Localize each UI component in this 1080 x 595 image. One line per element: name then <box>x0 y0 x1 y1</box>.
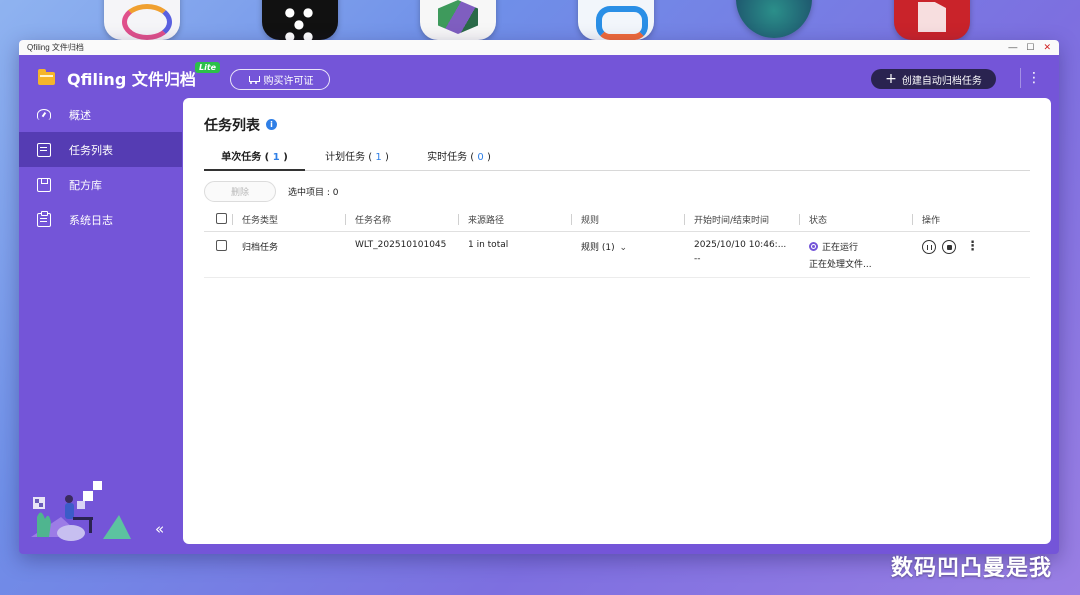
column-header-time[interactable]: 开始时间/结束时间 <box>684 213 799 226</box>
task-actions: ⋮ <box>912 240 1030 254</box>
sidebar-item-overview[interactable]: 概述 <box>19 97 182 132</box>
column-header-name[interactable]: 任务名称 <box>345 213 458 226</box>
running-status-icon <box>809 242 818 251</box>
window-titlebar[interactable]: Qfiling 文件归档 — ☐ ✕ <box>19 40 1059 55</box>
minimize-icon[interactable]: — <box>1008 42 1017 53</box>
end-time: -- <box>694 254 701 264</box>
sidebar-illustration <box>31 481 131 541</box>
rule-label: 规则 (1) <box>581 243 615 253</box>
tab-realtime-tasks[interactable]: 实时任务 ( 0 ) <box>409 145 509 171</box>
clipboard-log-icon <box>37 210 51 227</box>
sidebar-item-recipe-library[interactable]: 配方库 <box>19 167 182 202</box>
task-type: 归档任务 <box>242 243 279 253</box>
column-header-type[interactable]: 任务类型 <box>232 213 345 226</box>
task-toolbar: 删除 选中项目 : 0 <box>204 181 338 202</box>
tab-count: 1 <box>375 152 382 163</box>
column-header-status[interactable]: 状态 <box>799 213 912 226</box>
create-task-label: 创建自动归档任务 <box>901 75 982 87</box>
task-name: WLT_202510101045 <box>355 240 447 250</box>
sidebar-item-task-list[interactable]: 任务列表 <box>19 132 182 167</box>
buy-license-button[interactable]: 购买许可证 <box>230 69 330 90</box>
task-list-icon <box>37 142 51 157</box>
selected-count: 选中项目 : 0 <box>288 188 339 198</box>
start-time: 2025/10/10 10:46:... <box>694 240 787 250</box>
lite-badge: Lite <box>195 62 221 73</box>
sidebar-item-label: 概述 <box>69 108 91 122</box>
maximize-icon[interactable]: ☐ <box>1026 42 1034 53</box>
status-detail: 正在处理文件... <box>809 260 872 270</box>
task-table: 任务类型 任务名称 来源路径 规则 开始时间/结束时间 状态 操作 归档任务 W… <box>204 208 1030 278</box>
window-title: Qfiling 文件归档 <box>27 43 84 52</box>
tab-count: 0 <box>477 152 484 163</box>
tab-one-time-tasks[interactable]: 单次任务 ( 1 ) <box>204 145 305 171</box>
sidebar-item-label: 任务列表 <box>69 143 113 157</box>
dock-app-icon-2[interactable]: ● ● ●● ● ● <box>262 0 338 54</box>
close-icon[interactable]: ✕ <box>1043 42 1051 53</box>
status-label: 正在运行 <box>822 243 859 253</box>
column-header-actions: 操作 <box>912 213 1030 226</box>
dashboard-icon <box>37 109 51 120</box>
recipe-library-icon <box>37 177 51 192</box>
dock-app-icon-6[interactable] <box>894 0 970 40</box>
info-icon[interactable]: i <box>266 119 277 130</box>
create-auto-archive-task-button[interactable]: + 创建自动归档任务 <box>871 69 996 89</box>
column-header-rule[interactable]: 规则 <box>571 213 684 226</box>
main-panel: 任务列表 i 单次任务 ( 1 ) 计划任务 ( 1 ) 实时任务 ( 0 ) … <box>183 98 1051 544</box>
tab-label: 单次任务 <box>221 152 262 163</box>
delete-button[interactable]: 删除 <box>204 181 276 202</box>
tab-scheduled-tasks[interactable]: 计划任务 ( 1 ) <box>305 145 409 171</box>
cart-icon <box>247 75 260 85</box>
app-title: Qfiling 文件归档 <box>67 70 196 89</box>
table-row[interactable]: 归档任务 WLT_202510101045 1 in total 规则 (1) … <box>204 232 1030 278</box>
watermark-text: 数码凹凸曼是我 <box>891 556 1053 581</box>
table-header: 任务类型 任务名称 来源路径 规则 开始时间/结束时间 状态 操作 <box>204 208 1030 232</box>
window-controls: — ☐ ✕ <box>1008 42 1051 53</box>
sidebar-item-label: 系统日志 <box>69 213 113 227</box>
dock-app-icon-1[interactable] <box>104 0 180 40</box>
task-source: 1 in total <box>468 240 509 250</box>
row-checkbox[interactable] <box>216 240 227 251</box>
folder-logo-icon <box>38 69 55 85</box>
buy-license-label: 购买许可证 <box>263 76 314 87</box>
sidebar-item-system-log[interactable]: 系统日志 <box>19 202 182 237</box>
tab-count: 1 <box>272 152 280 163</box>
collapse-sidebar-icon[interactable]: « <box>155 520 164 538</box>
stop-icon[interactable] <box>942 240 956 254</box>
dock-app-icon-3[interactable] <box>420 0 496 40</box>
dock-app-icon-5[interactable] <box>736 0 812 38</box>
task-status: 正在运行 正在处理文件... <box>799 240 912 270</box>
column-header-source[interactable]: 来源路径 <box>458 213 571 226</box>
tab-label: 实时任务 <box>427 152 468 163</box>
sidebar: 概述 任务列表 配方库 系统日志 « <box>19 97 182 554</box>
select-all-checkbox[interactable] <box>216 212 227 224</box>
app-window: Qfiling 文件归档 — ☐ ✕ Qfiling 文件归档 Lite 购买许… <box>19 40 1059 554</box>
row-more-icon[interactable]: ⋮ <box>966 240 979 253</box>
more-options-icon[interactable]: ⋮ <box>1020 68 1041 88</box>
chevron-down-icon: ⌄ <box>619 243 628 253</box>
tab-label: 计划任务 <box>325 152 366 163</box>
page-title: 任务列表 <box>204 118 260 134</box>
task-time: 2025/10/10 10:46:... -- <box>684 240 799 264</box>
task-tabs: 单次任务 ( 1 ) 计划任务 ( 1 ) 实时任务 ( 0 ) <box>204 145 1030 171</box>
plus-icon: + <box>885 71 897 87</box>
dock-app-icon-4[interactable] <box>578 0 654 40</box>
task-rule[interactable]: 规则 (1) ⌄ <box>571 240 684 253</box>
app-header: Qfiling 文件归档 Lite 购买许可证 + 创建自动归档任务 ⋮ <box>19 55 1059 97</box>
pause-icon[interactable] <box>922 240 936 254</box>
sidebar-item-label: 配方库 <box>69 178 102 192</box>
